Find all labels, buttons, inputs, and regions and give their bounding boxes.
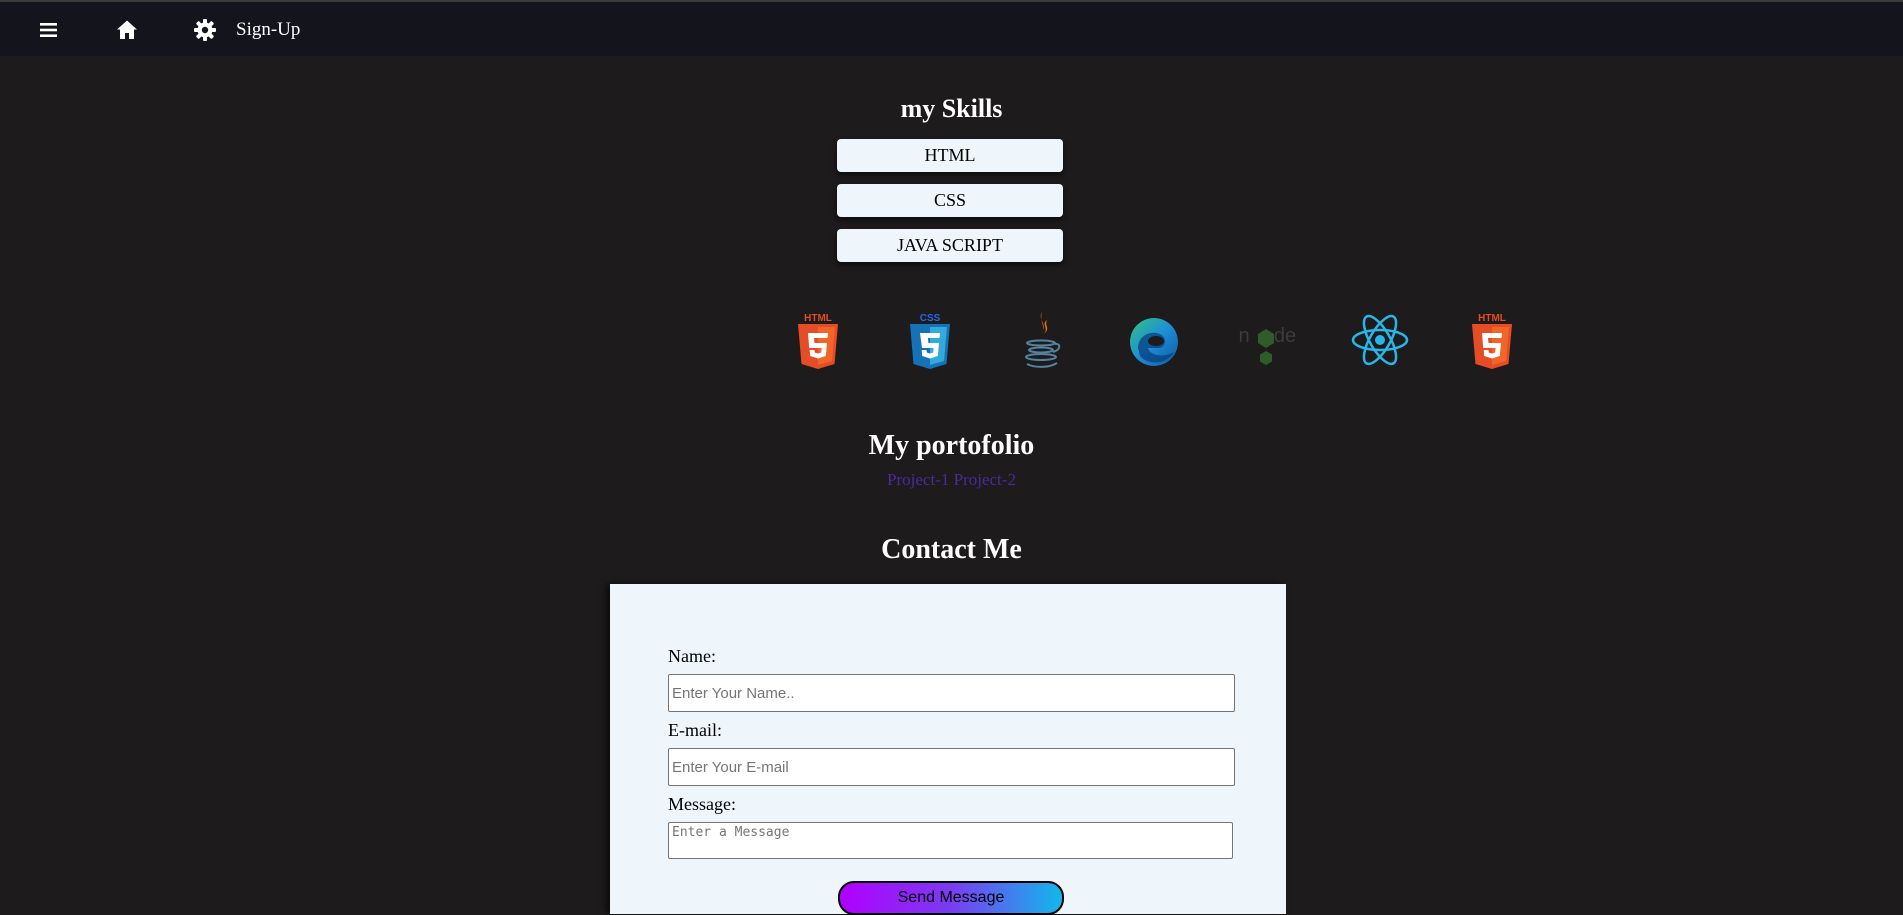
skill-javascript[interactable]: JAVA SCRIPT	[837, 229, 1063, 262]
skill-html[interactable]: HTML	[837, 139, 1063, 172]
edge-icon	[1124, 308, 1184, 372]
project-links: Project-1 Project-2	[0, 470, 1903, 490]
svg-text:HTML: HTML	[1478, 313, 1506, 324]
email-input[interactable]	[668, 748, 1235, 786]
name-label: Name:	[668, 646, 716, 666]
html5-icon: HTML	[788, 308, 848, 372]
message-textarea[interactable]	[668, 822, 1233, 859]
java-icon	[1011, 308, 1071, 372]
svg-text:HTML: HTML	[804, 313, 832, 324]
skill-css[interactable]: CSS	[837, 184, 1063, 217]
email-label: E-mail:	[668, 720, 722, 740]
gear-icon[interactable]	[193, 18, 217, 42]
project-2-link[interactable]: Project-2	[954, 470, 1016, 489]
contact-form: Name: E-mail: Message: Send Message	[610, 584, 1286, 915]
html5-icon: HTML	[1462, 308, 1522, 372]
nodejs-icon: n n de	[1236, 308, 1296, 372]
css3-icon: CSS	[900, 308, 960, 372]
contact-title: Contact Me	[881, 534, 1022, 565]
svg-text:de: de	[1274, 325, 1296, 347]
name-input[interactable]	[668, 674, 1235, 712]
message-label: Message:	[668, 794, 736, 814]
signup-link[interactable]: Sign-Up	[236, 19, 300, 41]
portfolio-title: My portofolio	[868, 430, 1035, 461]
skills-title: my Skills	[900, 94, 1003, 123]
react-icon	[1350, 308, 1410, 372]
hamburger-menu-icon[interactable]	[37, 18, 61, 42]
home-icon[interactable]	[115, 18, 139, 42]
project-1-link[interactable]: Project-1	[887, 470, 949, 489]
top-nav-bar: Sign-Up	[0, 0, 1903, 56]
svg-text:n: n	[1238, 325, 1249, 347]
svg-text:CSS: CSS	[920, 313, 941, 324]
